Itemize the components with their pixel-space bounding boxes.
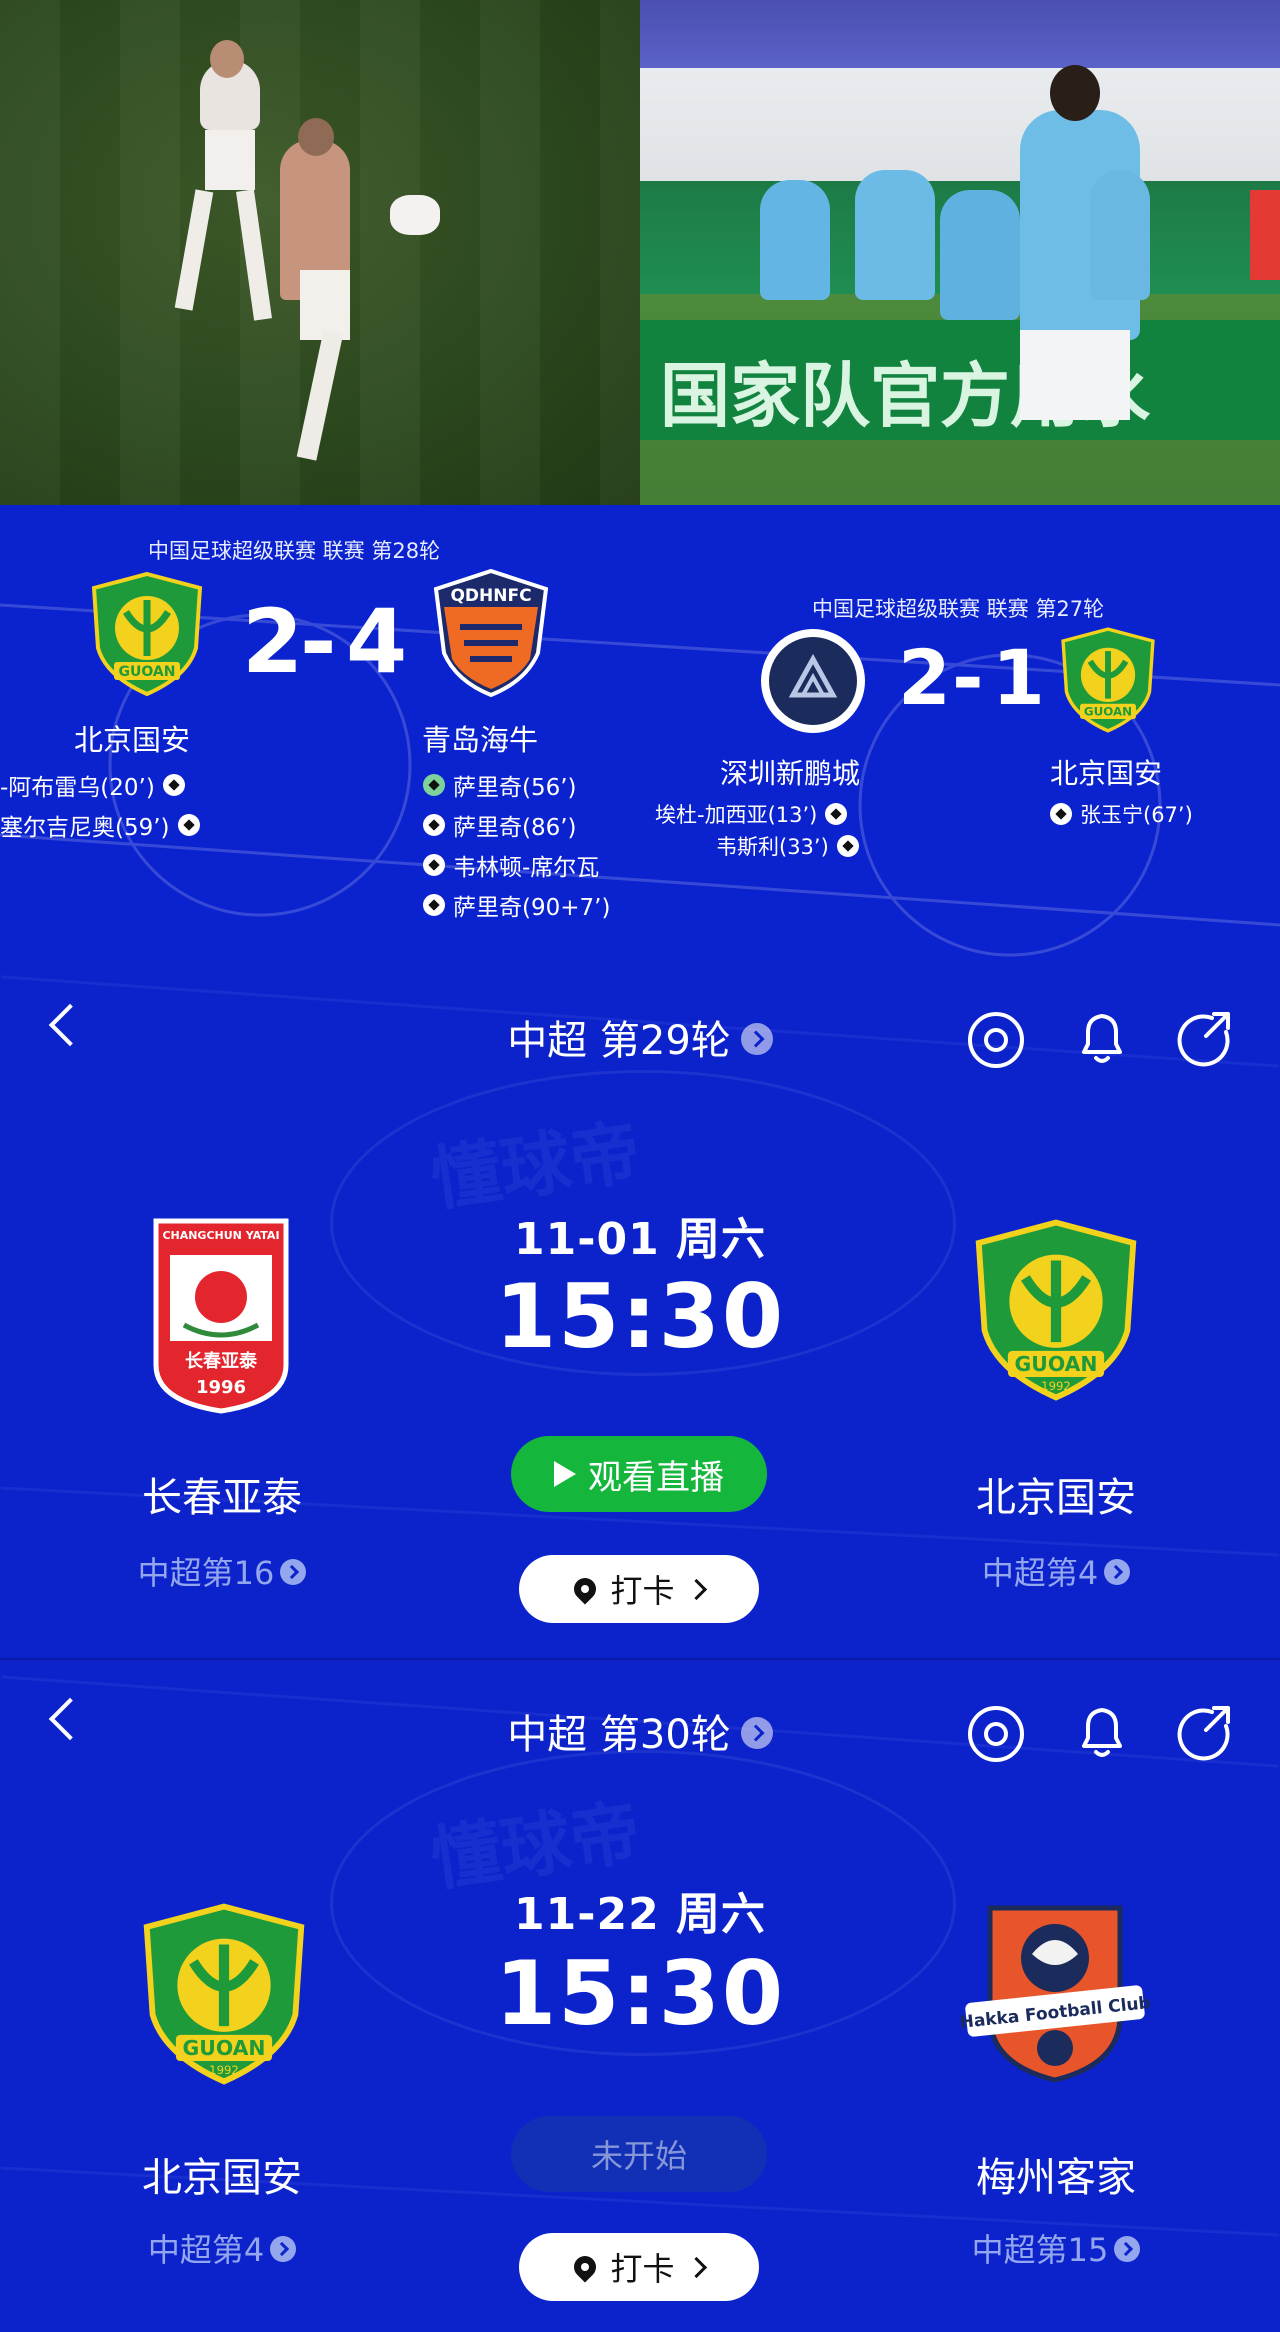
- chevron-right-icon: [1114, 2236, 1141, 2262]
- home-team-name: 深圳新鹏城: [720, 757, 861, 790]
- match-photo-right: 国家队官方用水: [640, 0, 1280, 565]
- home-score: 2: [242, 590, 306, 693]
- away-scorer: 萨里奇(90+7’): [423, 888, 610, 922]
- away-score: 1: [992, 633, 1047, 722]
- goal-ball-icon: [423, 854, 445, 876]
- match-photo-left: [0, 0, 640, 505]
- home-scorer: -阿布雷乌(20’): [0, 768, 185, 802]
- chevron-right-icon: [740, 1023, 773, 1055]
- goal-ball-icon: [1050, 803, 1072, 825]
- score-separator: -: [300, 590, 339, 693]
- checkin-button[interactable]: 打卡: [519, 2233, 759, 2301]
- bell-icon[interactable]: [1074, 1008, 1130, 1068]
- home-score: 2: [898, 633, 953, 722]
- home-scorer: 埃杜-加西亚(13’): [655, 799, 848, 829]
- home-team-rank[interactable]: 中超第4: [22, 2225, 422, 2271]
- home-scorer: 塞尔吉尼奥(59’): [0, 808, 200, 842]
- match-card-round-29: 懂球帝 中超 第29轮 CHANGCHUN YATAI 长春亚泰 1996 GU…: [0, 960, 1280, 1658]
- away-score: 4: [346, 590, 410, 693]
- goal-ball-icon: [825, 803, 848, 825]
- goal-ball-icon: [423, 814, 445, 836]
- goal-ball-icon: [177, 814, 200, 836]
- target-icon[interactable]: [968, 1706, 1024, 1762]
- home-team-rank[interactable]: 中超第16: [22, 1548, 422, 1594]
- bell-icon[interactable]: [1074, 1702, 1130, 1762]
- chevron-right-icon: [270, 2236, 297, 2262]
- chevron-right-icon: [280, 1559, 307, 1585]
- league-round-label: 中国足球超级联赛 联赛 第27轮: [812, 597, 1105, 621]
- home-team-name[interactable]: 长春亚泰: [22, 1465, 422, 1523]
- away-scorer: 韦林顿-席尔瓦: [423, 848, 599, 882]
- chevron-right-icon: [685, 1578, 707, 1600]
- qingdao-hainiu-badge: QDHNFC: [433, 568, 549, 698]
- svg-text:QDHNFC: QDHNFC: [450, 586, 531, 606]
- away-scorer: 萨里奇(56’): [423, 768, 577, 802]
- goal-ball-icon: [423, 894, 445, 916]
- away-team-rank[interactable]: 中超第4: [856, 1548, 1256, 1594]
- match-time: 15:30: [494, 1265, 786, 1368]
- home-team-name: 北京国安: [74, 723, 191, 757]
- away-team-name[interactable]: 北京国安: [856, 1465, 1256, 1523]
- checkin-button[interactable]: 打卡: [519, 1555, 759, 1623]
- league-round-label: 中国足球超级联赛 联赛 第28轮: [148, 539, 441, 563]
- home-scorer: 韦斯利(33’): [716, 831, 859, 861]
- svg-text:1992: 1992: [209, 2063, 239, 2077]
- svg-text:GUOAN: GUOAN: [1084, 705, 1132, 719]
- match-date: 11-22 周六: [513, 1889, 767, 1940]
- guoan-badge: GUOAN: [91, 571, 203, 697]
- away-team-name: 北京国安: [1050, 757, 1163, 790]
- away-scorer: 张玉宁(67’): [1050, 799, 1193, 829]
- match-card-round-30: 懂球帝 中超 第30轮 GUOAN 1992 Hakka Football Cl…: [0, 1658, 1280, 2332]
- chevron-right-icon: [685, 2256, 707, 2278]
- goal-ball-icon: [423, 774, 445, 796]
- away-team-name[interactable]: 梅州客家: [856, 2145, 1256, 2203]
- shenzhen-peng-city-badge: [761, 629, 865, 733]
- match-time: 15:30: [494, 1942, 786, 2045]
- svg-text:GUOAN: GUOAN: [119, 664, 176, 680]
- recent-results: 中国足球超级联赛 联赛 第28轮 GUOAN 2 - 4 QDHNFC 北京国安…: [0, 505, 1280, 960]
- svg-text:1996: 1996: [196, 1377, 246, 1398]
- home-team-name[interactable]: 北京国安: [22, 2145, 422, 2203]
- target-icon[interactable]: [968, 1012, 1024, 1068]
- goal-ball-icon: [162, 774, 185, 796]
- watch-live-button[interactable]: 观看直播: [511, 1436, 767, 1512]
- svg-text:1992: 1992: [1041, 1379, 1071, 1393]
- share-icon[interactable]: [1176, 1010, 1236, 1070]
- match-date: 11-01 周六: [513, 1214, 767, 1265]
- play-icon: [554, 1461, 576, 1487]
- away-scorer: 萨里奇(86’): [423, 808, 577, 842]
- away-team-rank[interactable]: 中超第15: [856, 2225, 1256, 2271]
- location-pin-icon: [569, 2251, 602, 2283]
- match-status-badge: 未开始: [511, 2116, 767, 2192]
- score-separator: -: [952, 633, 986, 722]
- guoan-badge: GUOAN: [1061, 627, 1155, 733]
- chevron-right-icon: [1104, 1559, 1131, 1585]
- share-icon[interactable]: [1176, 1704, 1236, 1764]
- goal-ball-icon: [836, 835, 859, 857]
- chevron-right-icon: [740, 1717, 773, 1749]
- location-pin-icon: [569, 1573, 602, 1605]
- away-team-name: 青岛海牛: [422, 723, 539, 757]
